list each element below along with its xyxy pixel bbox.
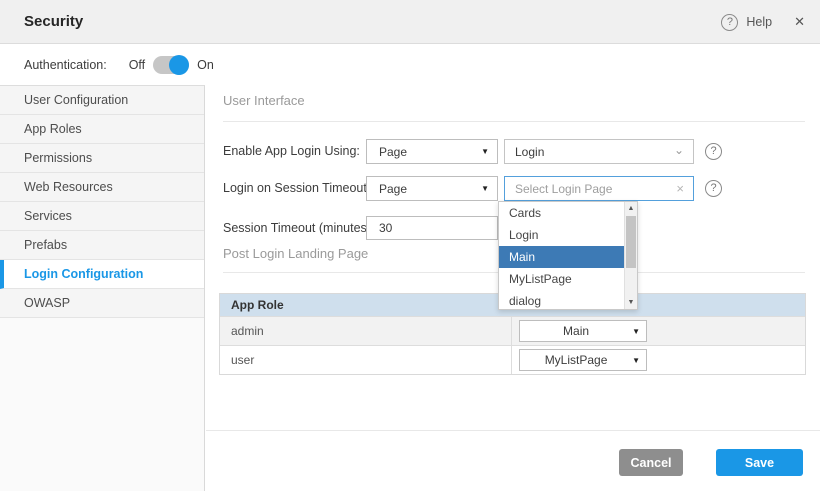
landing-page-cell: MyListPage ▼ — [512, 346, 805, 374]
save-button[interactable]: Save — [716, 449, 803, 476]
caret-down-icon: ▼ — [632, 356, 646, 365]
role-cell: user — [220, 346, 512, 374]
user-landing-page-select[interactable]: MyListPage ▼ — [519, 349, 647, 371]
footer-divider — [206, 430, 820, 431]
caret-down-icon: ▼ — [481, 147, 497, 156]
dropdown-scrollbar[interactable]: ▲ ▼ — [624, 202, 637, 309]
section-title-post-login: Post Login Landing Page — [223, 246, 368, 261]
titlebar: Security ? Help ✕ — [0, 0, 820, 44]
select-login-page-input[interactable] — [505, 182, 676, 196]
titlebar-actions: ? Help ✕ — [721, 0, 805, 44]
login-session-timeout-row: Login on Session Timeout: Page ▼ × ? — [206, 176, 820, 201]
authentication-label: Authentication: — [24, 58, 107, 72]
session-timeout-label: Session Timeout (minutes): — [223, 216, 374, 241]
authentication-toggle[interactable] — [153, 56, 189, 74]
sidebar-item-app-roles[interactable]: App Roles — [0, 115, 204, 144]
toggle-on-label: On — [197, 58, 214, 72]
clear-icon[interactable]: × — [676, 181, 693, 196]
dropdown-option-dialog[interactable]: dialog — [499, 290, 624, 310]
enable-login-page-combobox[interactable]: ⌄ — [504, 139, 694, 164]
scrollbar-thumb[interactable] — [626, 216, 636, 268]
sidebar-item-prefabs[interactable]: Prefabs — [0, 231, 204, 260]
enable-app-login-row: Enable App Login Using: Page ▼ ⌄ ? — [206, 139, 820, 164]
authentication-row: Authentication: Off On — [0, 44, 820, 85]
dropdown-option-login[interactable]: Login — [499, 224, 624, 246]
select-value: Main — [520, 324, 632, 338]
dropdown-option-cards[interactable]: Cards — [499, 202, 624, 224]
enable-login-type-select[interactable]: Page ▼ — [366, 139, 498, 164]
select-value: MyListPage — [520, 353, 632, 367]
timeout-login-page-combobox[interactable]: × — [504, 176, 694, 201]
role-cell: admin — [220, 317, 512, 345]
enable-app-login-label: Enable App Login Using: — [223, 139, 360, 164]
login-configuration-panel: User Interface Enable App Login Using: P… — [206, 85, 820, 491]
sidebar-item-owasp[interactable]: OWASP — [0, 289, 204, 318]
close-icon[interactable]: ✕ — [794, 14, 805, 30]
dropdown-option-main[interactable]: Main — [499, 246, 624, 268]
login-page-input[interactable] — [505, 145, 674, 159]
login-page-dropdown: Cards Login Main MyListPage dialog ▲ ▼ — [498, 201, 638, 310]
sidebar-item-web-resources[interactable]: Web Resources — [0, 173, 204, 202]
toggle-knob — [169, 55, 189, 75]
dropdown-option-mylistpage[interactable]: MyListPage — [499, 268, 624, 290]
sidebar-item-services[interactable]: Services — [0, 202, 204, 231]
cancel-button[interactable]: Cancel — [619, 449, 683, 476]
login-session-timeout-label: Login on Session Timeout: — [223, 176, 370, 201]
scroll-down-icon[interactable]: ▼ — [625, 299, 637, 306]
select-value: Page — [367, 182, 481, 196]
help-circle-icon[interactable]: ? — [705, 180, 722, 197]
landing-page-cell: Main ▼ — [512, 317, 805, 345]
toggle-off-label: Off — [129, 58, 145, 72]
help-icon[interactable]: ? — [721, 14, 738, 31]
help-link[interactable]: Help — [746, 15, 772, 29]
caret-down-icon: ▼ — [481, 184, 497, 193]
chevron-down-icon[interactable]: ⌄ — [674, 143, 693, 161]
help-circle-icon[interactable]: ? — [705, 143, 722, 160]
timeout-login-type-select[interactable]: Page ▼ — [366, 176, 498, 201]
admin-landing-page-select[interactable]: Main ▼ — [519, 320, 647, 342]
sidebar-item-user-configuration[interactable]: User Configuration — [0, 86, 204, 115]
section-divider — [223, 121, 805, 122]
sidebar-item-permissions[interactable]: Permissions — [0, 144, 204, 173]
sidebar: User Configuration App Roles Permissions… — [0, 85, 205, 491]
scroll-up-icon[interactable]: ▲ — [625, 205, 637, 212]
security-dialog: Security ? Help ✕ Authentication: Off On… — [0, 0, 820, 491]
footer-actions: Cancel Save — [619, 449, 803, 476]
caret-down-icon: ▼ — [632, 327, 646, 336]
section-title-user-interface: User Interface — [223, 93, 305, 108]
sidebar-item-login-configuration[interactable]: Login Configuration — [0, 260, 204, 289]
select-value: Page — [367, 145, 481, 159]
table-row-user: user MyListPage ▼ — [220, 345, 805, 374]
session-timeout-input[interactable] — [366, 216, 498, 240]
page-title: Security — [24, 13, 83, 30]
table-row-admin: admin Main ▼ — [220, 316, 805, 345]
